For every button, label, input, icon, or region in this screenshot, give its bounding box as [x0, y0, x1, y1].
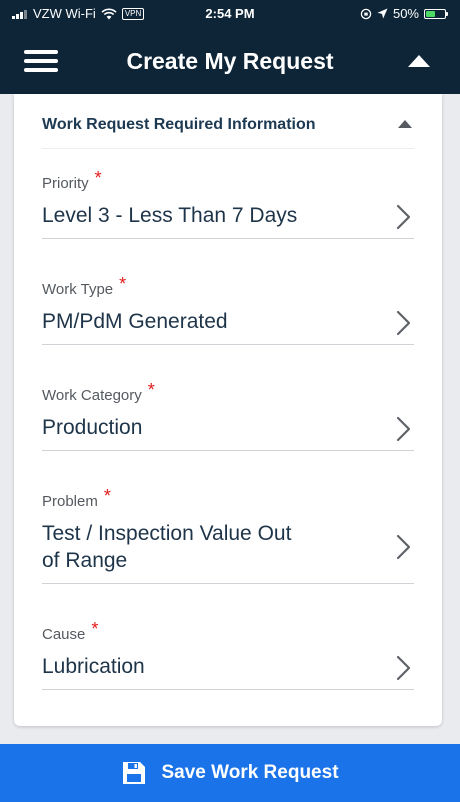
chevron-right-icon	[396, 655, 411, 681]
required-marker: *	[91, 619, 99, 639]
cause-label: Cause *	[42, 619, 99, 643]
content-area: Work Request Required Information Priori…	[0, 94, 460, 744]
section-title: Work Request Required Information	[42, 116, 316, 133]
battery-icon	[424, 8, 448, 19]
required-marker: *	[147, 380, 155, 400]
chevron-right-icon	[396, 204, 411, 230]
required-marker: *	[119, 274, 127, 294]
request-form-card: Work Request Required Information Priori…	[14, 94, 442, 726]
collapse-up-icon[interactable]	[408, 55, 430, 67]
location-icon	[377, 8, 388, 19]
work-category-value: Production	[42, 416, 143, 439]
problem-field[interactable]: Problem * Test / Inspection Value Out of …	[42, 486, 414, 584]
app-screen: VZW Wi-Fi VPN 2:54 PM 50% Create My Requ…	[0, 0, 460, 802]
cause-value: Lubrication	[42, 655, 145, 678]
section-collapse-icon[interactable]	[398, 120, 412, 128]
chevron-right-icon	[396, 534, 411, 560]
battery-level	[426, 10, 435, 17]
work-type-label: Work Type *	[42, 274, 127, 298]
page-title: Create My Request	[126, 48, 334, 74]
save-button-label: Save Work Request	[161, 762, 339, 783]
required-marker: *	[94, 168, 102, 188]
chevron-right-icon	[396, 416, 411, 442]
battery-percent: 50%	[392, 6, 419, 21]
work-category-label: Work Category *	[42, 380, 155, 404]
chevron-right-icon	[396, 310, 411, 336]
orientation-lock-icon	[360, 8, 372, 19]
problem-label: Problem *	[42, 486, 111, 510]
status-bar: VZW Wi-Fi VPN 2:54 PM 50%	[0, 0, 460, 28]
section-header[interactable]: Work Request Required Information	[42, 114, 414, 149]
priority-field[interactable]: Priority * Level 3 - Less Than 7 Days	[42, 168, 414, 239]
priority-value: Level 3 - Less Than 7 Days	[42, 204, 298, 227]
status-right: 50%	[360, 6, 448, 21]
problem-value: Test / Inspection Value Out of Range	[42, 522, 292, 572]
priority-label: Priority *	[42, 168, 102, 192]
work-category-field[interactable]: Work Category * Production	[42, 380, 414, 451]
work-type-value: PM/PdM Generated	[42, 310, 228, 333]
app-header: Create My Request	[0, 28, 460, 94]
cause-field[interactable]: Cause * Lubrication	[42, 619, 414, 690]
floppy-disk-icon	[123, 762, 146, 784]
required-marker: *	[103, 486, 111, 506]
work-type-field[interactable]: Work Type * PM/PdM Generated	[42, 274, 414, 345]
save-work-request-button[interactable]: Save Work Request	[0, 744, 460, 802]
